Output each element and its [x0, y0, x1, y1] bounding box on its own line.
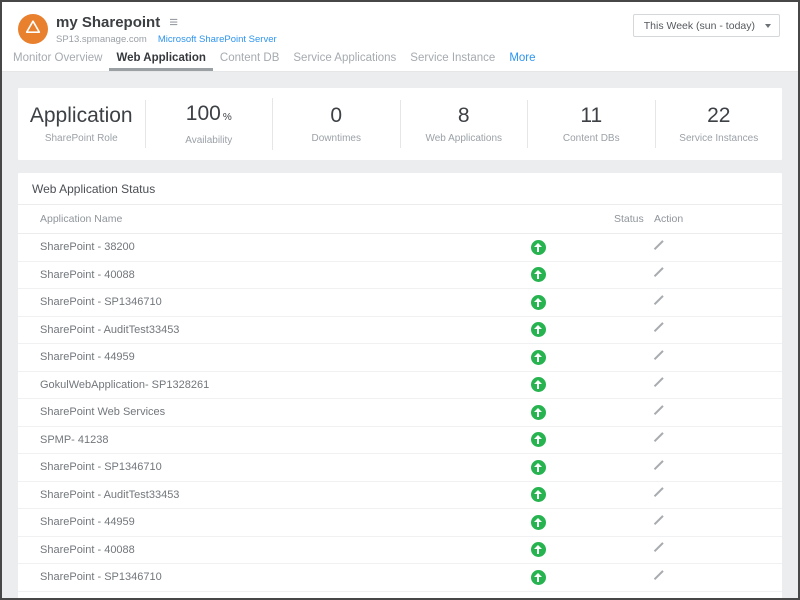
stat-downtimes: 0 Downtimes [273, 100, 401, 148]
status-up-icon [531, 405, 546, 420]
stat-label: Downtimes [273, 133, 400, 144]
stat-service-instances: 22 Service Instances [656, 100, 783, 148]
app-window: my Sharepoint SP13.spmanage.com Microsof… [0, 0, 800, 600]
status-up-icon [531, 267, 546, 282]
application-name: SharePoint - AuditTest33453 [18, 324, 463, 336]
hamburger-menu-icon[interactable] [169, 16, 178, 30]
edit-pencil-icon[interactable] [652, 513, 666, 527]
status-up-icon [531, 240, 546, 255]
edit-pencil-icon[interactable] [652, 375, 666, 389]
stat-label: Web Applications [401, 133, 528, 144]
edit-pencil-icon[interactable] [652, 568, 666, 582]
edit-pencil-icon[interactable] [652, 403, 666, 417]
table-row: SharePoint - 38200 [18, 234, 782, 262]
application-name: SharePoint - 44959 [18, 351, 463, 363]
application-name: SharePoint - SP1346710 [18, 571, 463, 583]
tab-more[interactable]: More [502, 52, 542, 71]
web-application-status-card: Web Application Status Application Name … [18, 173, 782, 600]
edit-pencil-icon[interactable] [652, 293, 666, 307]
table-row: SharePoint - SP1346710 [18, 289, 782, 317]
sharepoint-monitor-logo [18, 14, 48, 44]
tab-bar: Monitor Overview Web Application Content… [2, 48, 798, 72]
table-row: GokulWebApplication- SP1328261 [18, 372, 782, 400]
edit-pencil-icon[interactable] [652, 430, 666, 444]
table-row: SPMP- 41238 [18, 427, 782, 455]
edit-pencil-icon[interactable] [652, 320, 666, 334]
table-row: SharePoint - SP1346710 [18, 564, 782, 592]
status-up-icon [531, 487, 546, 502]
stat-value: Application [18, 104, 145, 128]
tab-content-db[interactable]: Content DB [213, 52, 286, 71]
status-up-icon [531, 350, 546, 365]
tab-web-application[interactable]: Web Application [109, 52, 212, 71]
application-name: SharePoint - 38200 [18, 241, 463, 253]
application-name: SharePoint - 40088 [18, 269, 463, 281]
edit-pencil-icon[interactable] [652, 540, 666, 554]
status-up-icon [531, 295, 546, 310]
table-row: SharePoint - AuditTest33453 [18, 317, 782, 345]
stat-value: 0 [273, 104, 400, 128]
table-title: Web Application Status [18, 173, 782, 204]
table-header-row: Application Name Status Action [18, 205, 782, 234]
table-row: SharePoint - 40088 [18, 262, 782, 290]
stat-sharepoint-role: Application SharePoint Role [18, 100, 146, 148]
tab-service-applications[interactable]: Service Applications [286, 52, 403, 71]
stat-value: 11 [528, 104, 655, 128]
column-header-status: Status [613, 213, 648, 225]
status-up-icon [531, 322, 546, 337]
status-up-icon [531, 542, 546, 557]
application-name: SharePoint - AuditTest33453 [18, 489, 463, 501]
column-header-action: Action [648, 213, 782, 225]
edit-pencil-icon[interactable] [652, 485, 666, 499]
table-row: SharePoint - 40088 [18, 537, 782, 565]
stat-value: 100% [146, 102, 273, 130]
period-selector-value: This Week (sun - today) [644, 20, 755, 32]
table-row: SharePoint - AuditTest33453 [18, 482, 782, 510]
table-row: SharePoint - SP1346710 [18, 454, 782, 482]
monitor-type-link[interactable]: Microsoft SharePoint Server [158, 34, 277, 45]
monitor-titles: my Sharepoint SP13.spmanage.com Microsof… [56, 14, 633, 45]
stat-label: Service Instances [656, 133, 783, 144]
application-name: SharePoint - 44959 [18, 516, 463, 528]
stat-label: SharePoint Role [18, 133, 145, 144]
tab-service-instance[interactable]: Service Instance [403, 52, 502, 71]
page-title: my Sharepoint [56, 14, 160, 31]
application-name: SharePoint - 40088 [18, 544, 463, 556]
percent-unit: % [223, 112, 232, 123]
host-name: SP13.spmanage.com [56, 34, 147, 45]
application-name: SPMP- 41238 [18, 434, 463, 446]
application-name: SharePoint - SP1346710 [18, 296, 463, 308]
status-up-icon [531, 460, 546, 475]
stat-availability: 100% Availability [146, 98, 274, 150]
page-header: my Sharepoint SP13.spmanage.com Microsof… [2, 2, 798, 72]
column-header-application-name: Application Name [18, 213, 463, 225]
monitor-topbar: my Sharepoint SP13.spmanage.com Microsof… [2, 2, 798, 48]
edit-pencil-icon[interactable] [652, 348, 666, 362]
status-up-icon [531, 570, 546, 585]
edit-pencil-icon[interactable] [652, 265, 666, 279]
stat-label: Content DBs [528, 133, 655, 144]
period-selector[interactable]: This Week (sun - today) [633, 14, 780, 37]
status-up-icon [531, 377, 546, 392]
application-name: SharePoint - SP1346710 [18, 461, 463, 473]
stat-content-dbs: 11 Content DBs [528, 100, 656, 148]
stat-web-applications: 8 Web Applications [401, 100, 529, 148]
table-row: SharePoint - 44959 [18, 344, 782, 372]
stat-value: 22 [656, 104, 783, 128]
table-row: SharePoint - 44959 [18, 509, 782, 537]
tab-monitor-overview[interactable]: Monitor Overview [6, 52, 109, 71]
warning-triangle-icon [25, 19, 41, 39]
summary-stats-card: Application SharePoint Role 100% Availab… [18, 88, 782, 160]
edit-pencil-icon[interactable] [652, 458, 666, 472]
table-row: SharePoint Web Services [18, 399, 782, 427]
edit-pencil-icon[interactable] [652, 238, 666, 252]
stat-label: Availability [146, 135, 273, 146]
chevron-down-icon [765, 24, 771, 28]
status-up-icon [531, 515, 546, 530]
application-name: GokulWebApplication- SP1328261 [18, 379, 463, 391]
main-content: Application SharePoint Role 100% Availab… [2, 72, 798, 600]
status-up-icon [531, 432, 546, 447]
application-name: SharePoint Web Services [18, 406, 463, 418]
stat-value: 8 [401, 104, 528, 128]
